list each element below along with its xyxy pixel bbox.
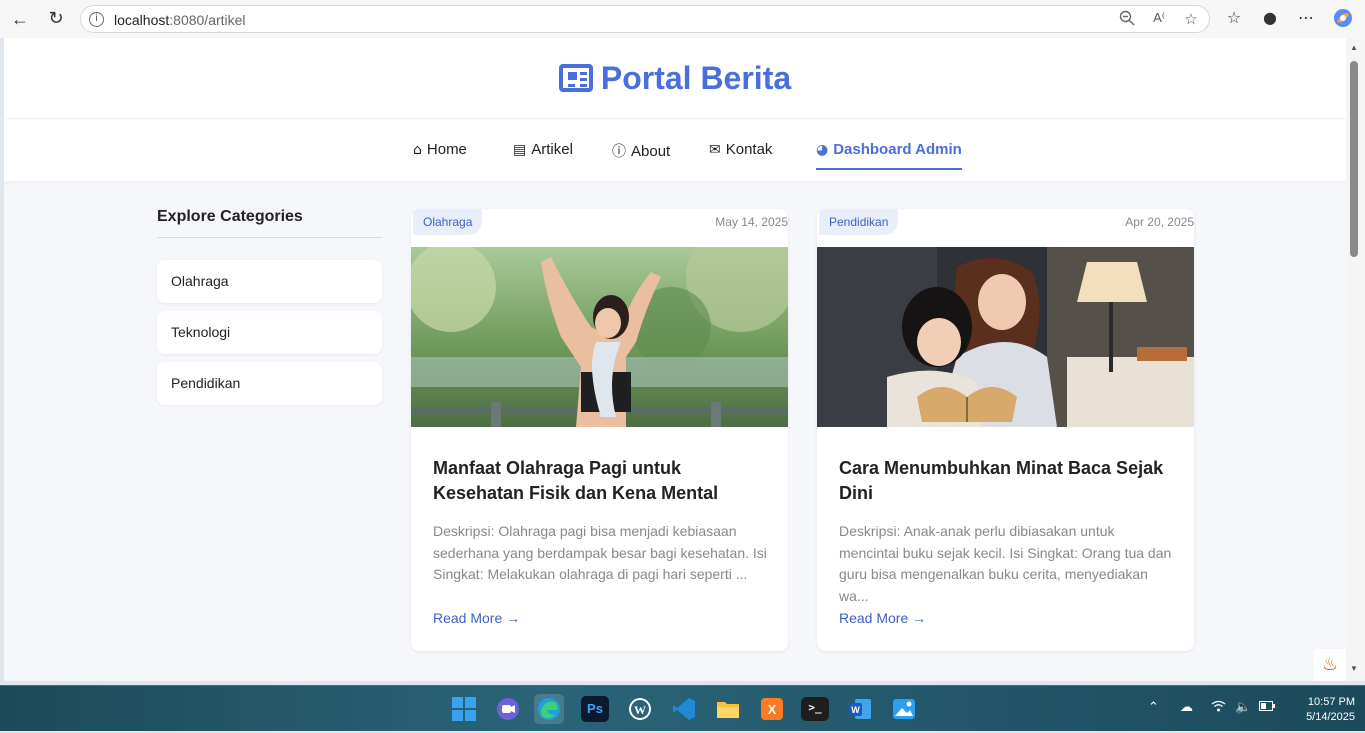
newspaper-logo-icon <box>558 64 593 92</box>
sidebar-title: Explore Categories <box>157 208 382 238</box>
newspaper-icon: ▤ <box>513 142 527 158</box>
category-item-teknologi[interactable]: Teknologi <box>157 311 382 354</box>
system-clock[interactable]: 10:57 PM 5/14/2025 <box>1285 695 1355 725</box>
back-icon[interactable]: ← <box>7 7 33 31</box>
nav-artikel-label: Artikel <box>531 141 573 158</box>
taskbar: Ps W X >_ W ⌃ ☁ 🔈 10:57 PM 5/14/2025 <box>0 685 1365 731</box>
article-card: Olahraga May 14, 2025 Manfaat Olahraga P… <box>411 209 788 651</box>
nav-dashboard-label: Dashboard Admin <box>833 141 962 158</box>
nav-home-label: Home <box>426 141 467 158</box>
meet-app-icon[interactable] <box>493 694 523 724</box>
copilot-icon[interactable] <box>1332 8 1354 32</box>
wordpress-icon[interactable]: W <box>625 694 655 724</box>
url-host: localhost <box>114 12 170 28</box>
nav-dashboard-admin[interactable]: ◕ Dashboard Admin <box>816 141 962 170</box>
article-description: Deskripsi: Olahraga pagi bisa menjadi ke… <box>433 523 767 582</box>
nav-artikel[interactable]: ▤ Artikel <box>513 141 573 169</box>
article-card: Pendidikan Apr 20, 2025 Cara Menumbuhkan… <box>817 209 1194 651</box>
more-menu-icon[interactable]: ⋯ <box>1295 8 1317 27</box>
edge-browser-icon[interactable] <box>534 694 564 724</box>
article-title[interactable]: Cara Menumbuhkan Minat Baca Sejak Dini <box>839 456 1179 506</box>
wifi-icon[interactable] <box>1211 700 1226 716</box>
nav-home[interactable]: ⌂ Home <box>413 141 467 169</box>
home-icon: ⌂ <box>413 142 422 158</box>
site-info-icon[interactable]: i <box>89 12 104 27</box>
battery-icon[interactable] <box>1259 700 1275 715</box>
envelope-icon: ✉ <box>709 142 721 158</box>
clock-date: 5/14/2025 <box>1306 711 1355 723</box>
category-item-olahraga[interactable]: Olahraga <box>157 260 382 303</box>
url-path: :8080/artikel <box>169 12 246 28</box>
article-image-reading[interactable] <box>817 247 1194 427</box>
nav-kontak[interactable]: ✉ Kontak <box>709 141 772 169</box>
vscode-icon[interactable] <box>669 694 699 724</box>
nav-about[interactable]: ⓘ About <box>612 141 670 169</box>
brand-title: Portal Berita <box>600 60 792 96</box>
read-more-link[interactable]: Read More → <box>433 610 520 626</box>
scroll-up-icon[interactable]: ▲ <box>1350 43 1358 52</box>
svg-text:W: W <box>634 703 646 717</box>
nav-kontak-label: Kontak <box>725 141 773 158</box>
svg-text:W: W <box>851 705 860 715</box>
article-title[interactable]: Manfaat Olahraga Pagi untuk Kesehatan Fi… <box>433 456 773 506</box>
xampp-icon[interactable]: X <box>757 694 787 724</box>
article-image-exercise[interactable] <box>411 247 788 427</box>
profile-icon[interactable]: ● <box>1259 8 1281 27</box>
info-icon: ⓘ <box>612 144 626 160</box>
vertical-scrollbar[interactable]: ▲ ▼ <box>1346 38 1365 681</box>
url-text[interactable]: localhost:8080/artikel <box>114 12 246 28</box>
windows-start-icon[interactable] <box>449 694 479 724</box>
terminal-icon[interactable]: >_ <box>801 697 829 721</box>
clock-time: 10:57 PM <box>1307 696 1355 708</box>
scroll-down-icon[interactable]: ▼ <box>1350 664 1358 673</box>
scrollbar-thumb[interactable] <box>1350 61 1358 257</box>
onedrive-icon[interactable]: ☁ <box>1180 700 1193 715</box>
article-description: Deskripsi: Anak-anak perlu dibiasakan un… <box>839 523 1172 604</box>
category-sidebar: Explore Categories Olahraga Teknologi Pe… <box>157 208 382 405</box>
article-date: May 14, 2025 <box>715 215 788 229</box>
favorite-star-icon[interactable]: ☆ <box>1180 10 1202 28</box>
read-more-link[interactable]: Read More → <box>839 610 926 626</box>
nav-about-label: About <box>631 143 671 160</box>
browser-toolbar: ← ↻ i localhost:8080/artikel A⁽ ☆ ☆ ● ⋯ <box>0 0 1365 38</box>
word-icon[interactable]: W <box>845 694 875 724</box>
zoom-icon[interactable] <box>1116 10 1138 30</box>
flame-icon[interactable]: ♨ <box>1314 649 1346 681</box>
photos-app-icon[interactable] <box>889 694 919 724</box>
svg-text:X: X <box>768 702 777 717</box>
page-viewport: Portal Berita ⌂ Home ▤ Artikel ⓘ About ✉ Kon… <box>4 38 1346 681</box>
site-header: Portal Berita <box>4 38 1346 118</box>
favorites-icon[interactable]: ☆ <box>1223 8 1245 27</box>
category-item-pendidikan[interactable]: Pendidikan <box>157 362 382 405</box>
refresh-icon[interactable]: ↻ <box>43 7 69 31</box>
main-navigation: ⌂ Home ▤ Artikel ⓘ About ✉ Kontak ◕ Dashboard… <box>4 118 1346 181</box>
tray-overflow-icon[interactable]: ⌃ <box>1148 700 1159 715</box>
address-bar[interactable]: i localhost:8080/artikel A⁽ ☆ <box>80 5 1210 33</box>
article-category-badge[interactable]: Pendidikan <box>819 209 899 235</box>
article-date: Apr 20, 2025 <box>1125 215 1194 229</box>
dashboard-icon: ◕ <box>816 142 829 158</box>
read-aloud-icon[interactable]: A⁽ <box>1148 10 1170 26</box>
photoshop-icon[interactable]: Ps <box>581 696 609 722</box>
site-brand[interactable]: Portal Berita <box>4 60 1346 97</box>
article-category-badge[interactable]: Olahraga <box>413 209 483 235</box>
file-explorer-icon[interactable] <box>713 694 743 724</box>
volume-icon[interactable]: 🔈 <box>1235 700 1251 715</box>
